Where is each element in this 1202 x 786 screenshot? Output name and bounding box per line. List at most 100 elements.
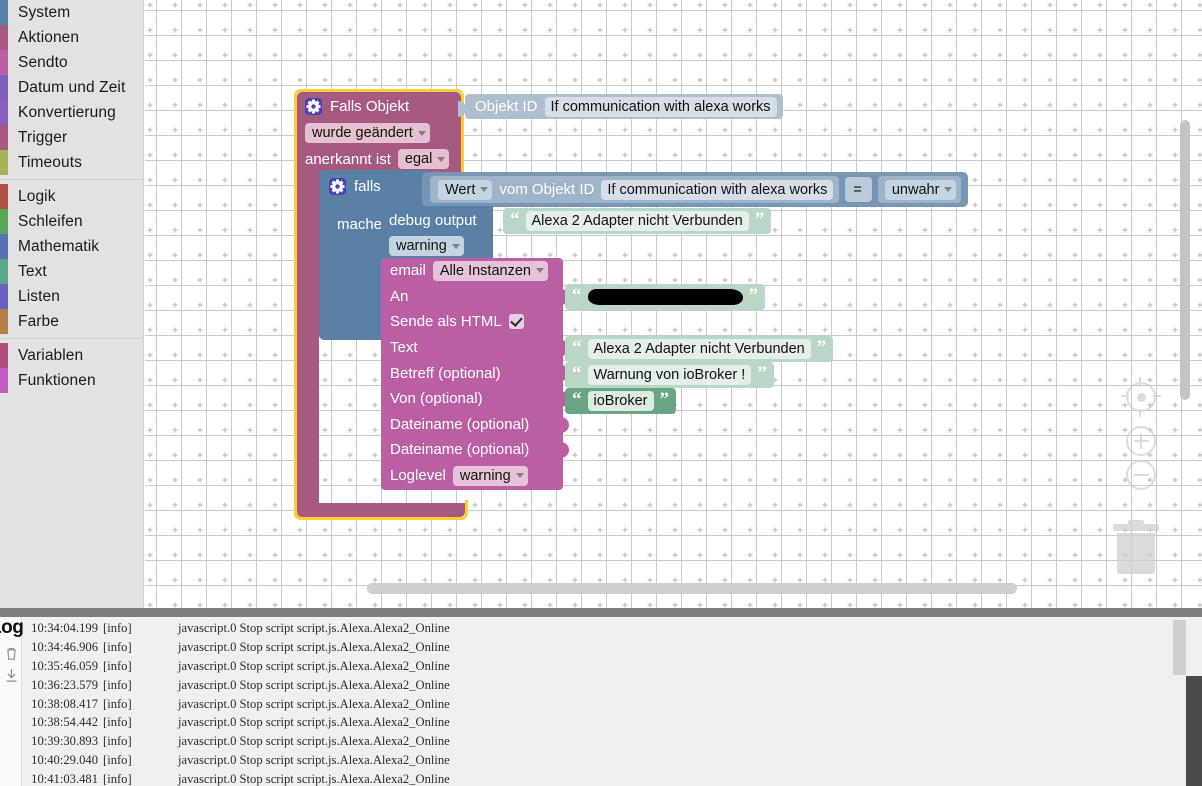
workspace-trash-icon[interactable]	[1113, 518, 1159, 574]
log-timestamp: 10:34:04.199	[31, 620, 98, 635]
log-row[interactable]: 10:38:08.417 [info] javascript.0 Stop scri…	[22, 695, 1182, 714]
operator-value: =	[853, 181, 862, 198]
debug-level-dropdown[interactable]: warning	[389, 236, 464, 256]
log-timestamp: 10:39:30.893	[31, 734, 98, 749]
center-workspace-button[interactable]	[1121, 377, 1161, 417]
log-toolbar: Log	[0, 617, 24, 786]
email-instance-dropdown[interactable]: Alle Instanzen	[432, 260, 548, 281]
log-entries-list[interactable]: 10:34:04.199 [info] javascript.0 Stop scri…	[22, 617, 1182, 786]
value-plug	[458, 101, 466, 117]
email-row-label: Dateiname (optional)	[390, 415, 530, 433]
email-subject-string-block[interactable]: “ Warnung von ioBroker ! ”	[565, 362, 774, 388]
log-right-edge-top	[1186, 617, 1202, 676]
email-row-label: Text	[390, 339, 418, 357]
zoom-in-button[interactable]	[1126, 426, 1156, 456]
comparison-block[interactable]: Wert vom Objekt ID If communication with…	[422, 172, 969, 207]
log-row[interactable]: 10:39:30.893 [info] javascript.0 Stop scri…	[22, 732, 1182, 751]
trigger-block-wall	[297, 174, 319, 512]
condition-object-id-field[interactable]: If communication with alexa works	[601, 179, 834, 200]
email-row-betreff-optional-: Betreff (optional)	[381, 360, 569, 386]
boolean-dropdown[interactable]: unwahr	[884, 179, 957, 200]
change-mode-dropdown[interactable]: wurde geändert	[305, 123, 430, 143]
toolbox-item-logik[interactable]: Logik	[0, 184, 143, 209]
boolean-block[interactable]: unwahr	[877, 176, 962, 203]
quote-close-icon: ”	[757, 362, 767, 384]
toolbox-item-datum-und-zeit[interactable]: Datum und Zeit	[0, 75, 143, 100]
email-block[interactable]: email Alle Instanzen An Sende als HTML Tex…	[381, 258, 569, 490]
log-row[interactable]: 10:34:46.906 [info] javascript.0 Stop scri…	[22, 638, 1182, 657]
panel-splitter[interactable]	[0, 608, 1202, 617]
log-download-icon[interactable]	[3, 667, 20, 684]
category-color-swatch	[0, 234, 8, 259]
category-color-swatch	[0, 150, 8, 175]
email-subject-field[interactable]: Warnung von ioBroker !	[587, 365, 752, 385]
log-row[interactable]: 10:38:54.442 [info] javascript.0 Stop scri…	[22, 713, 1182, 732]
workspace-horizontal-scrollbar[interactable]	[367, 583, 1017, 594]
trigger-block[interactable]: Falls Objekt wurde geändert anerkannt is…	[297, 92, 461, 174]
log-vertical-scrollbar[interactable]	[1173, 620, 1186, 675]
toolbox-group: Logik Schleifen Mathematik Text Listen Farbe	[0, 184, 143, 334]
toolbox-item-sendto[interactable]: Sendto	[0, 50, 143, 75]
blockly-editor-page: System Aktionen Sendto Datum und Zeit Konver…	[0, 0, 1202, 786]
debug-message-string-block[interactable]: “ Alexa 2 Adapter nicht Verbunden ”	[503, 208, 772, 234]
tick-right	[1153, 395, 1161, 397]
debug-message-field[interactable]: Alexa 2 Adapter nicht Verbunden	[525, 211, 749, 231]
toolbox-item-konvertierung[interactable]: Konvertierung	[0, 100, 143, 125]
toolbox-item-system[interactable]: System	[0, 0, 143, 25]
workspace-vertical-scrollbar[interactable]	[1180, 120, 1190, 400]
toolbox-item-trigger[interactable]: Trigger	[0, 125, 143, 150]
quote-close-icon: ”	[748, 284, 759, 306]
toolbox-item-aktionen[interactable]: Aktionen	[0, 25, 143, 50]
gear-icon[interactable]	[329, 177, 346, 195]
ack-dropdown[interactable]: egal	[397, 149, 450, 169]
debug-output-block[interactable]: debug output warning	[381, 206, 493, 258]
email-text-field[interactable]: Alexa 2 Adapter nicht Verbunden	[587, 339, 811, 359]
toolbox-item-variablen[interactable]: Variablen	[0, 343, 143, 368]
object-id-field[interactable]: If communication with alexa works	[544, 96, 777, 117]
toolbox-item-timeouts[interactable]: Timeouts	[0, 150, 143, 175]
log-clear-icon[interactable]	[3, 645, 20, 662]
email-to-string-block[interactable]: “ ”	[565, 284, 765, 310]
blockly-workspace[interactable]: Falls Objekt wurde geändert anerkannt is…	[145, 0, 1202, 608]
loglevel-dropdown[interactable]: warning	[452, 465, 528, 486]
send-as-html-checkbox[interactable]	[508, 314, 524, 330]
toolbox-item-funktionen[interactable]: Funktionen	[0, 368, 143, 393]
log-timestamp: 10:38:08.417	[31, 696, 98, 711]
toolbox-sidebar[interactable]: System Aktionen Sendto Datum und Zeit Konver…	[0, 0, 144, 608]
download-icon	[6, 669, 17, 682]
log-severity: [info]	[103, 753, 132, 768]
log-message: javascript.0 Stop script script.js.Alexa…	[178, 620, 450, 635]
toolbox-item-mathematik[interactable]: Mathematik	[0, 234, 143, 259]
chevron-down-icon	[480, 187, 489, 192]
zoom-out-button[interactable]	[1126, 460, 1156, 490]
email-from-field[interactable]: ioBroker	[587, 391, 654, 411]
log-message: javascript.0 Stop script script.js.Alexa…	[178, 715, 450, 730]
log-message: javascript.0 Stop script script.js.Alexa…	[178, 639, 450, 654]
email-to-redacted	[587, 289, 743, 305]
log-row[interactable]: 10:34:04.199 [info] javascript.0 Stop scri…	[22, 619, 1182, 638]
category-color-swatch	[0, 343, 8, 368]
toolbox-item-listen[interactable]: Listen	[0, 284, 143, 309]
minus-horizontal	[1133, 474, 1149, 476]
email-from-string-block[interactable]: “ ioBroker ”	[565, 388, 676, 414]
log-row[interactable]: 10:36:23.579 [info] javascript.0 Stop scri…	[22, 676, 1182, 695]
tick-top	[1139, 377, 1141, 385]
toolbox-item-label: Aktionen	[18, 28, 80, 46]
log-severity: [info]	[103, 639, 132, 654]
plus-vertical	[1140, 433, 1142, 449]
gear-icon[interactable]	[305, 97, 322, 115]
get-value-block[interactable]: Wert vom Objekt ID If communication with…	[430, 176, 840, 203]
email-text-string-block[interactable]: “ Alexa 2 Adapter nicht Verbunden ”	[565, 336, 834, 362]
log-row[interactable]: 10:35:46.059 [info] javascript.0 Stop scri…	[22, 657, 1182, 676]
toolbox-item-schleifen[interactable]: Schleifen	[0, 209, 143, 234]
ack-label: anerkannt ist	[305, 150, 391, 168]
email-row-label: An	[390, 287, 409, 305]
toolbox-item-farbe[interactable]: Farbe	[0, 309, 143, 334]
category-color-swatch	[0, 209, 8, 234]
toolbox-item-text[interactable]: Text	[0, 259, 143, 284]
log-row[interactable]: 10:41:03.481 [info] javascript.0 Stop scri…	[22, 770, 1182, 786]
operator-dropdown[interactable]: =	[845, 177, 872, 202]
log-row[interactable]: 10:40:29.040 [info] javascript.0 Stop scri…	[22, 751, 1182, 770]
value-type-dropdown[interactable]: Wert	[438, 179, 493, 200]
object-id-value-block[interactable]: Objekt ID If communication with alexa wo…	[458, 94, 783, 119]
